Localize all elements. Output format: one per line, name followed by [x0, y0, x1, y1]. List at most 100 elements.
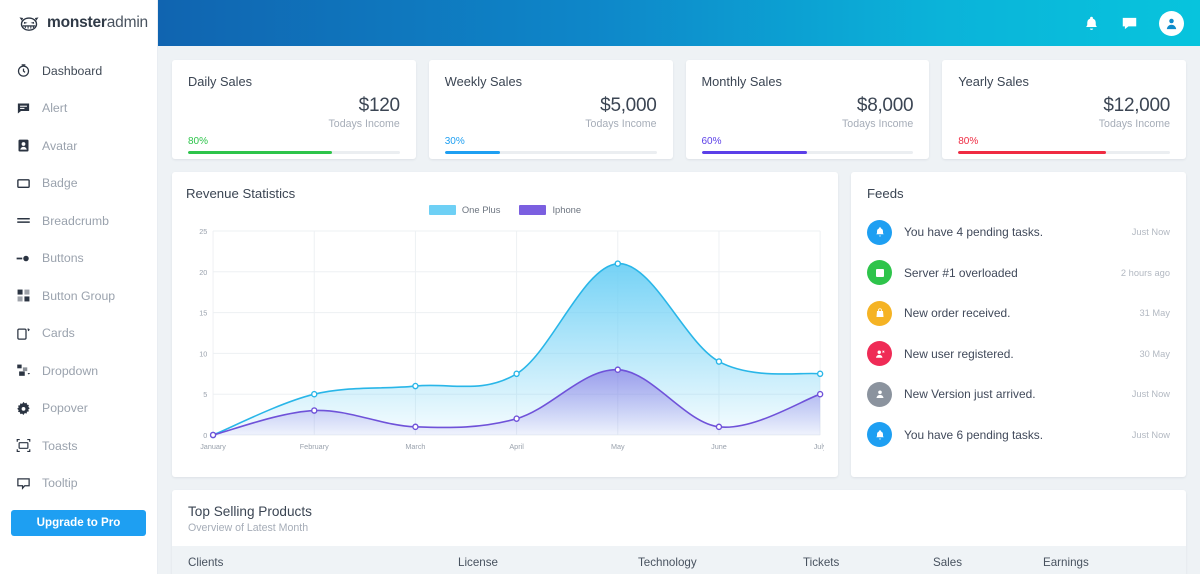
- sidebar-item-dropdown[interactable]: Dropdown: [0, 352, 157, 390]
- app-root: monsteradmin Dashboard Alert Avatar Badg…: [0, 0, 1200, 574]
- feed-time: 2 hours ago: [1120, 267, 1170, 278]
- sidebar-item-label: Toasts: [42, 438, 78, 453]
- brand-logo[interactable]: monsteradmin: [0, 0, 157, 46]
- sidebar-item-dashboard[interactable]: Dashboard: [0, 52, 157, 90]
- stat-title: Monthly Sales: [701, 74, 782, 89]
- table-column-header: License: [458, 556, 498, 569]
- table-column-header: Tickets: [803, 556, 840, 569]
- sidebar-item-cards[interactable]: Cards: [0, 315, 157, 353]
- stat-title: Weekly Sales: [444, 74, 523, 89]
- progress-track: [701, 150, 914, 154]
- feed-text: New Version just arrived.: [904, 387, 1036, 402]
- sidebar-item-label: Avatar: [42, 138, 78, 153]
- feed-item[interactable]: Server #1 overloaded 2 hours ago: [867, 253, 1170, 294]
- feed-time: 30 May: [1139, 348, 1171, 359]
- sidebar-item-breadcrumb[interactable]: Breadcrumb: [0, 202, 157, 240]
- sidebar-item-alert[interactable]: Alert: [0, 90, 157, 128]
- server-icon: [875, 268, 884, 277]
- sidebar-item-label: Alert: [42, 101, 68, 116]
- topbar: [158, 0, 1200, 46]
- sidebar-item-label: Tooltip: [42, 476, 78, 491]
- stat-percent: 60%: [701, 135, 722, 147]
- stat-percent: 80%: [958, 135, 979, 147]
- feed-list: You have 4 pending tasks. Just Now Server …: [867, 212, 1170, 455]
- button-group-icon: [17, 289, 30, 302]
- stat-card-yearly-sales: Yearly Sales $12,000 Todays Income 80%: [942, 60, 1186, 159]
- clock-icon: [17, 64, 30, 77]
- sidebar-item-popover[interactable]: Popover: [0, 390, 157, 428]
- table-column-header: Sales: [933, 556, 963, 569]
- sidebar-item-button-group[interactable]: Button Group: [0, 277, 157, 315]
- sidebar-item-label: Dashboard: [42, 63, 103, 78]
- svg-text:20: 20: [199, 268, 207, 277]
- stat-card-weekly-sales: Weekly Sales $5,000 Todays Income 30%: [428, 60, 673, 159]
- sidebar-item-label: Buttons: [42, 251, 84, 266]
- cards-icon: [17, 328, 30, 340]
- legend-item-iphone[interactable]: Iphone: [519, 204, 581, 215]
- stat-subtitle: Todays Income: [328, 117, 400, 130]
- top-selling-header: Top Selling Products Overview of Latest …: [172, 490, 1186, 546]
- middle-row: Revenue Statistics One Plus Iphone 0 5 10 1…: [172, 172, 1186, 477]
- stat-percent: 30%: [444, 135, 465, 147]
- svg-text:February: February: [300, 442, 329, 451]
- stat-subtitle: Todays Income: [842, 117, 914, 130]
- chart-svg: 0 5 10 15 20 25 January February March April May Ju…: [199, 227, 824, 451]
- stat-value: $5,000: [600, 95, 657, 116]
- feed-time: Just Now: [1131, 429, 1170, 440]
- upgrade-section: Upgrade to Pro: [0, 502, 157, 536]
- stat-value: $8,000: [856, 95, 914, 116]
- sidebar-item-label: Breadcrumb: [42, 213, 109, 228]
- table-column-header: Clients: [188, 556, 224, 569]
- chat-icon[interactable]: [1121, 15, 1138, 32]
- stat-value: $12,000: [1103, 95, 1170, 116]
- brand-bold: monster: [47, 14, 107, 31]
- sidebar-nav: Dashboard Alert Avatar Badge Breadcrumb …: [0, 46, 157, 502]
- table-column-header: Earnings: [1043, 556, 1089, 569]
- svg-text:0: 0: [203, 431, 207, 440]
- chart-legend: One Plus Iphone: [172, 204, 838, 215]
- sidebar-item-buttons[interactable]: Buttons: [0, 240, 157, 278]
- page-title: Revenue Statistics: [186, 186, 296, 201]
- sidebar-item-toasts[interactable]: Toasts: [0, 427, 157, 465]
- table-column-header: Technology: [638, 556, 697, 569]
- sidebar-item-badge[interactable]: Badge: [0, 165, 157, 203]
- sidebar-item-tooltip[interactable]: Tooltip: [0, 465, 157, 503]
- stat-cards: Daily Sales $120 Todays Income 80% Weekl…: [172, 60, 1186, 159]
- feed-item[interactable]: New Version just arrived. Just Now: [867, 374, 1170, 415]
- svg-text:25: 25: [199, 227, 207, 236]
- top-selling-subtitle: Overview of Latest Month: [188, 522, 309, 534]
- feed-icon-badge: [867, 341, 892, 367]
- feeds-title: Feeds: [867, 186, 904, 201]
- table-header-row: Clients License Technology Tickets Sales…: [172, 546, 1186, 574]
- svg-text:June: June: [711, 442, 727, 451]
- bag-icon: [876, 308, 883, 318]
- feed-item[interactable]: New order received. 31 May: [867, 293, 1170, 334]
- feed-text: You have 6 pending tasks.: [904, 427, 1044, 442]
- feed-item[interactable]: You have 6 pending tasks. Just Now: [867, 415, 1170, 456]
- feed-text: New user registered.: [904, 346, 1014, 361]
- stat-subtitle: Todays Income: [585, 117, 657, 130]
- legend-label: Iphone: [552, 204, 582, 215]
- user-plus-icon: [875, 350, 885, 358]
- bell-icon[interactable]: [1083, 15, 1100, 32]
- main-area: Daily Sales $120 Todays Income 80% Weekl…: [158, 0, 1200, 574]
- revenue-area-chart: 0 5 10 15 20 25 January February March April May Ju…: [186, 223, 824, 461]
- feed-icon-badge: [867, 219, 892, 245]
- legend-swatch: [519, 204, 547, 215]
- feed-item[interactable]: You have 4 pending tasks. Just Now: [867, 212, 1170, 253]
- upgrade-to-pro-button[interactable]: Upgrade to Pro: [11, 510, 146, 536]
- feed-item[interactable]: New user registered. 30 May: [867, 334, 1170, 375]
- buttons-icon: [16, 255, 29, 261]
- top-selling-products-panel: Top Selling Products Overview of Latest …: [172, 490, 1186, 574]
- sidebar-item-avatar[interactable]: Avatar: [0, 127, 157, 165]
- stat-value: $120: [358, 95, 400, 116]
- badge-icon: [17, 178, 30, 188]
- sidebar-item-label: Dropdown: [42, 363, 99, 378]
- avatar-glyph-icon: [1166, 18, 1177, 29]
- legend-item-one-plus[interactable]: One Plus: [428, 204, 500, 215]
- avatar-icon: [18, 139, 29, 152]
- user-avatar-icon[interactable]: [1159, 10, 1184, 36]
- progress-track: [444, 150, 657, 154]
- sidebar-item-label: Popover: [42, 401, 88, 416]
- stat-title: Yearly Sales: [958, 74, 1029, 89]
